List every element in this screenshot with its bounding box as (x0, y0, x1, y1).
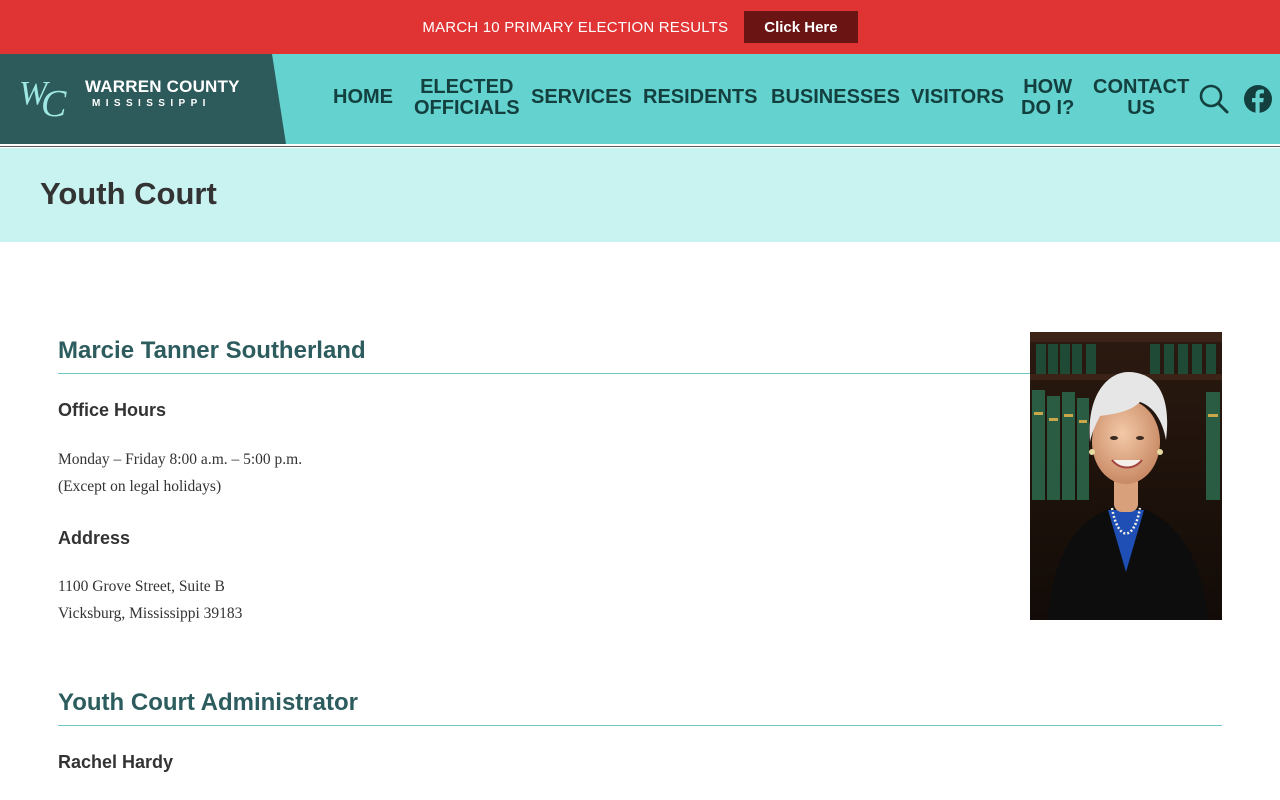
facebook-icon[interactable] (1243, 84, 1273, 119)
search-icon[interactable] (1198, 83, 1230, 120)
alert-text: MARCH 10 PRIMARY ELECTION RESULTS (422, 18, 729, 36)
address-line1: 1100 Grove Street, Suite B (58, 578, 225, 595)
header-divider-rule (0, 146, 1280, 147)
nav-services[interactable]: SERVICES (531, 87, 632, 108)
nav-elected-line2: OFFICIALS (414, 97, 520, 119)
office-hours-line1: Monday – Friday 8:00 a.m. – 5:00 p.m. (58, 451, 303, 468)
nav-visitors[interactable]: VISITORS (911, 87, 1004, 108)
logo-county-name: WARREN COUNTY (85, 77, 240, 96)
office-hours-heading: Office Hours (58, 400, 167, 420)
address-heading: Address (58, 528, 131, 548)
nav-elected-line1: ELECTED (420, 76, 514, 98)
address-line2: Vicksburg, Mississippi 39183 (58, 605, 243, 622)
nav-residents[interactable]: RESIDENTS (643, 87, 757, 108)
page-title: Youth Court (40, 176, 217, 211)
nav-businesses[interactable]: BUSINESSES (771, 87, 900, 108)
nav-how-do-i[interactable]: HOW DO I? (1021, 77, 1074, 119)
alert-bar: MARCH 10 PRIMARY ELECTION RESULTS Click … (0, 0, 1280, 54)
election-results-button[interactable]: Click Here (744, 11, 858, 43)
administrator-name: Rachel Hardy (58, 752, 174, 772)
nav-contact-us[interactable]: CONTACT US (1093, 77, 1189, 119)
nav-elected-officials[interactable]: ELECTED OFFICIALS (414, 77, 520, 119)
office-hours-line2: (Except on legal holidays) (58, 478, 222, 495)
nav-contact-line1: CONTACT (1093, 76, 1190, 98)
administrator-heading-rule (58, 725, 1222, 726)
nav-how-line1: HOW (1023, 76, 1073, 98)
svg-text:C: C (41, 83, 67, 120)
judge-portrait-photo (1030, 332, 1222, 620)
judge-name-heading: Marcie Tanner Southerland (58, 337, 366, 364)
nav-how-line2: DO I? (1021, 97, 1075, 119)
nav-contact-line2: US (1127, 97, 1156, 119)
administrator-heading: Youth Court Administrator (58, 689, 358, 716)
logo-monogram-icon: W C (19, 75, 67, 120)
judge-heading-rule (58, 373, 1030, 374)
nav-home[interactable]: HOME (333, 87, 393, 108)
logo-state-name: MISSISSIPPI (92, 98, 211, 109)
